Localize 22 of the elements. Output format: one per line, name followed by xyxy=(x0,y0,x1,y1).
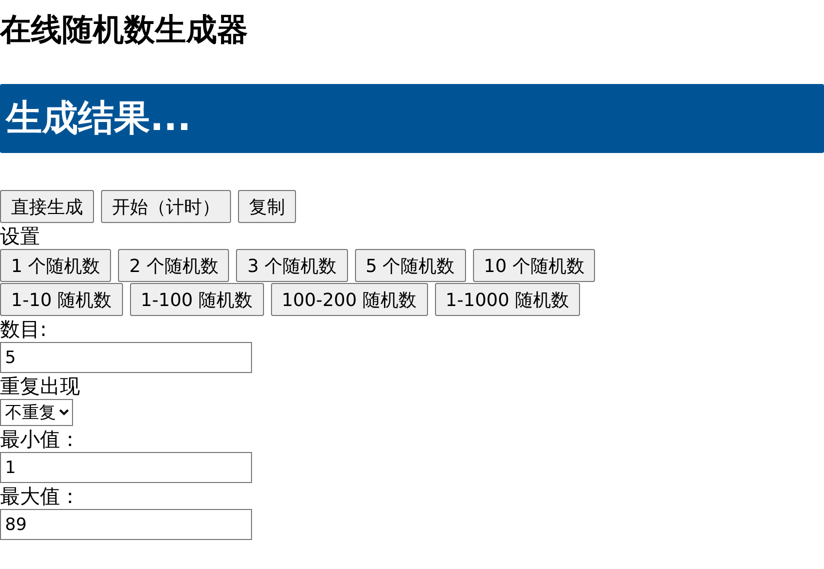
count-preset-button[interactable]: 5 个随机数 xyxy=(354,249,466,282)
range-preset-button[interactable]: 1-10 随机数 xyxy=(0,283,123,316)
count-preset-button[interactable]: 1 个随机数 xyxy=(0,249,112,282)
field-label: 数目: xyxy=(0,316,48,342)
action-button[interactable]: 直接生成 xyxy=(0,190,94,223)
range-preset-button[interactable]: 1-100 随机数 xyxy=(130,283,264,316)
field-label: 最小值： xyxy=(0,426,81,452)
action-button[interactable]: 开始（计时） xyxy=(101,190,231,223)
field-label: 重复出现 xyxy=(0,373,81,399)
count-preset-button[interactable]: 10 个随机数 xyxy=(472,249,596,282)
count-preset-button[interactable]: 2 个随机数 xyxy=(118,249,230,282)
input-field[interactable]: 5 xyxy=(0,342,252,373)
action-button[interactable]: 复制 xyxy=(238,190,296,223)
result-banner: 生成结果... xyxy=(0,84,824,153)
input-field[interactable]: 89 xyxy=(0,509,252,540)
range-preset-button[interactable]: 100-200 随机数 xyxy=(270,283,428,316)
settings-label: 设置 xyxy=(0,223,41,249)
range-preset-button[interactable]: 1-1000 随机数 xyxy=(434,283,580,316)
field-label: 最大值： xyxy=(0,483,81,509)
repeat-select[interactable]: 不重复 xyxy=(0,399,73,426)
input-field[interactable]: 1 xyxy=(0,452,252,483)
count-preset-button[interactable]: 3 个随机数 xyxy=(236,249,348,282)
